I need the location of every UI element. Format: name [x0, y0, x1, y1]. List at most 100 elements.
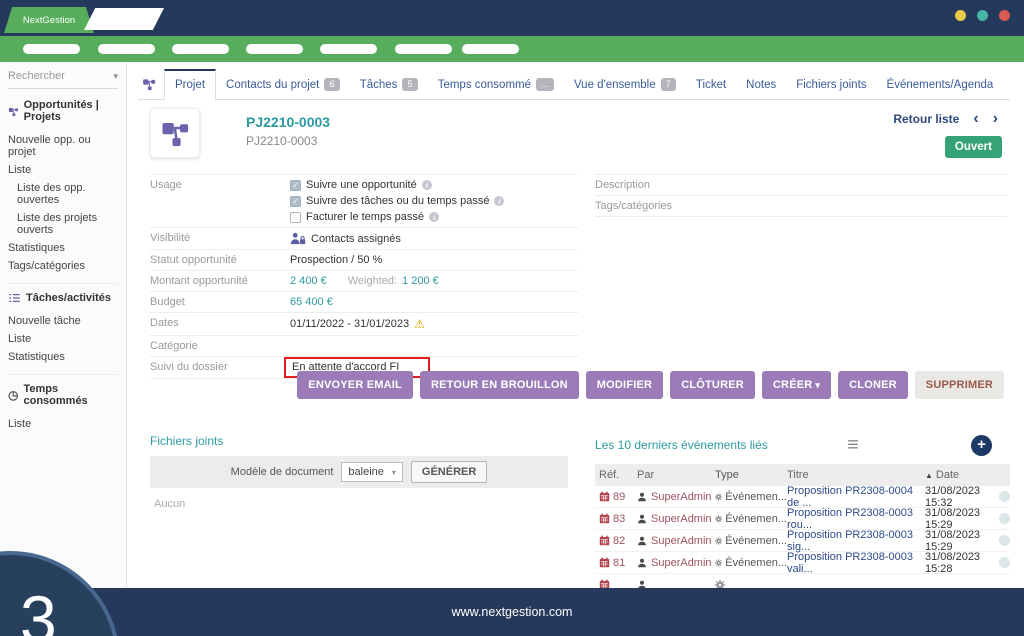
event-ref-link[interactable]: 83 — [613, 513, 625, 525]
nav-pill[interactable] — [172, 44, 229, 54]
footer-url[interactable]: www.nextgestion.com — [452, 605, 573, 619]
sidebar-item-nouvelle-opp[interactable]: Nouvelle opp. ou projet — [8, 131, 118, 161]
step-number: 3 — [20, 581, 57, 636]
chevron-right-icon[interactable]: › — [993, 113, 998, 125]
sidebar-item-nouvelle-tache[interactable]: Nouvelle tâche — [8, 312, 118, 330]
window-dot-red-icon[interactable] — [999, 10, 1010, 21]
event-ref-link[interactable]: 81 — [613, 557, 625, 569]
generer-button[interactable]: GÉNÉRER — [411, 461, 487, 483]
gear-icon — [715, 514, 722, 524]
tab-contacts[interactable]: Contacts du projet6 — [216, 70, 350, 99]
sidebar: ▾ Opportunités | Projets Nouvelle opp. o… — [0, 62, 127, 588]
tab-ticket[interactable]: Ticket — [686, 71, 736, 99]
sidebar-item-liste-temps[interactable]: Liste — [8, 415, 118, 433]
title-bar: NextGestion — [0, 0, 1024, 36]
montant-value: 2 400 € — [290, 275, 327, 287]
retour-brouillon-button[interactable]: RETOUR EN BROUILLON — [420, 371, 579, 399]
project-avatar — [150, 108, 200, 158]
sidebar-item-liste-taches[interactable]: Liste — [8, 330, 118, 348]
info-icon[interactable]: i — [422, 180, 432, 190]
footer-bar: www.nextgestion.com — [0, 588, 1024, 636]
field-table-left: Usage ✓ Suivre une opportunité i ✓ Suivr… — [150, 174, 578, 379]
tab-fichiers-joints[interactable]: Fichiers joints — [786, 71, 876, 99]
tab-temps-consomme[interactable]: Temps consommé... — [428, 70, 564, 99]
sidebar-section-header: Tâches/activités — [8, 292, 118, 304]
field-categorie: Catégorie — [150, 336, 578, 357]
tab-notes[interactable]: Notes — [736, 71, 786, 99]
nav-pill[interactable] — [462, 44, 519, 54]
nav-pill[interactable] — [23, 44, 80, 54]
user-icon — [637, 536, 647, 546]
event-title-link[interactable]: Proposition PR2308-0003 vali... — [787, 551, 913, 575]
action-button-row: ENVOYER EMAIL RETOUR EN BROUILLON MODIFI… — [297, 371, 1004, 399]
back-to-list-link[interactable]: Retour liste — [893, 112, 959, 126]
cloturer-button[interactable]: CLÔTURER — [670, 371, 755, 399]
tab-count-badge: 5 — [402, 78, 417, 91]
sidebar-item-tags-categories[interactable]: Tags/catégories — [8, 257, 118, 275]
info-icon[interactable]: i — [494, 196, 504, 206]
cloner-button[interactable]: CLONER — [838, 371, 908, 399]
sidebar-item-liste-projets-ouverts[interactable]: Liste des projets ouverts — [8, 209, 118, 239]
contacts-lock-icon — [290, 232, 306, 245]
window-dot-yellow-icon[interactable] — [955, 10, 966, 21]
sidebar-section-taches: Tâches/activités Nouvelle tâche Liste St… — [8, 292, 118, 375]
hamburger-menu-icon[interactable]: ≡ — [835, 433, 871, 457]
window-dot-teal-icon[interactable] — [977, 10, 988, 21]
brand-logo[interactable]: NextGestion — [4, 7, 94, 33]
table-row[interactable]: 83 SuperAdmin Événemen... Proposition PR… — [595, 508, 1010, 530]
event-user-link[interactable]: SuperAdmin — [651, 513, 712, 525]
tab-projet[interactable]: Projet — [164, 69, 216, 100]
page-title: PJ2210-0003 — [246, 114, 330, 130]
nav-pill[interactable] — [320, 44, 377, 54]
search-input[interactable] — [8, 70, 100, 82]
add-event-button[interactable]: + — [971, 435, 992, 456]
field-description: Description — [595, 175, 1007, 196]
sidebar-search[interactable]: ▾ — [8, 70, 118, 89]
checkbox-facturer-temps[interactable] — [290, 212, 301, 223]
sidebar-item-liste-opp-ouvertes[interactable]: Liste des opp. ouvertes — [8, 179, 118, 209]
table-row[interactable]: 82 SuperAdmin Événemen... Proposition PR… — [595, 530, 1010, 552]
modifier-button[interactable]: MODIFIER — [586, 371, 663, 399]
event-title-link[interactable]: Proposition PR2308-0003 rou... — [787, 507, 913, 531]
sidebar-item-liste[interactable]: Liste — [8, 161, 118, 179]
nav-pill[interactable] — [98, 44, 155, 54]
event-ref-link[interactable]: 89 — [613, 491, 625, 503]
attachments-title: Fichiers joints — [150, 434, 223, 448]
chevron-down-icon[interactable]: ▾ — [113, 71, 118, 82]
status-badge[interactable]: Ouvert — [945, 136, 1002, 158]
event-user-link[interactable]: SuperAdmin — [651, 535, 712, 547]
sidebar-item-statistiques-taches[interactable]: Statistiques — [8, 348, 118, 366]
attachments-empty-text: Aucun — [154, 498, 185, 510]
sitemap-icon — [160, 118, 190, 148]
checkbox-suivre-opportunite[interactable]: ✓ — [290, 180, 301, 191]
tab-taches[interactable]: Tâches5 — [350, 70, 428, 99]
event-title-link[interactable]: Proposition PR2308-0003 sig... — [787, 529, 913, 553]
sidebar-item-statistiques[interactable]: Statistiques — [8, 239, 118, 257]
sort-ascending-icon[interactable]: ▲ — [925, 471, 933, 480]
chevron-left-icon[interactable]: ‹ — [973, 113, 978, 125]
info-icon[interactable]: i — [429, 212, 439, 222]
tab-count-badge: 6 — [324, 78, 339, 91]
event-user-link[interactable]: SuperAdmin — [651, 491, 712, 503]
table-row[interactable]: 81 SuperAdmin Événemen... Proposition PR… — [595, 552, 1010, 574]
event-user-link[interactable]: SuperAdmin — [651, 557, 712, 569]
supprimer-button[interactable]: SUPPRIMER — [915, 371, 1004, 399]
nav-pill[interactable] — [395, 44, 452, 54]
tab-vue-ensemble[interactable]: Vue d'ensemble7 — [564, 70, 686, 99]
creer-dropdown-button[interactable]: CRÉER▾ — [762, 371, 831, 399]
nav-pill[interactable] — [246, 44, 303, 54]
tasks-list-icon — [8, 292, 21, 304]
calendar-icon — [599, 557, 610, 568]
envoyer-email-button[interactable]: ENVOYER EMAIL — [297, 371, 413, 399]
events-title: Les 10 derniers événements liés — [595, 438, 835, 452]
sidebar-section-temps: ◷ Temps consommés Liste — [8, 383, 118, 441]
tab-count-badge: ... — [536, 78, 554, 91]
event-ref-link[interactable]: 82 — [613, 535, 625, 547]
checkbox-suivre-taches[interactable]: ✓ — [290, 196, 301, 207]
event-status-dot — [999, 535, 1010, 546]
tab-evenements-agenda[interactable]: Événements/Agenda — [877, 71, 1004, 99]
event-title-link[interactable]: Proposition PR2308-0004 de ... — [787, 485, 913, 509]
table-row[interactable]: 89 SuperAdmin Événemen... Proposition PR… — [595, 486, 1010, 508]
document-model-select[interactable]: baleine ▾ — [341, 462, 403, 482]
field-table-right: Description Tags/catégories — [595, 174, 1007, 217]
